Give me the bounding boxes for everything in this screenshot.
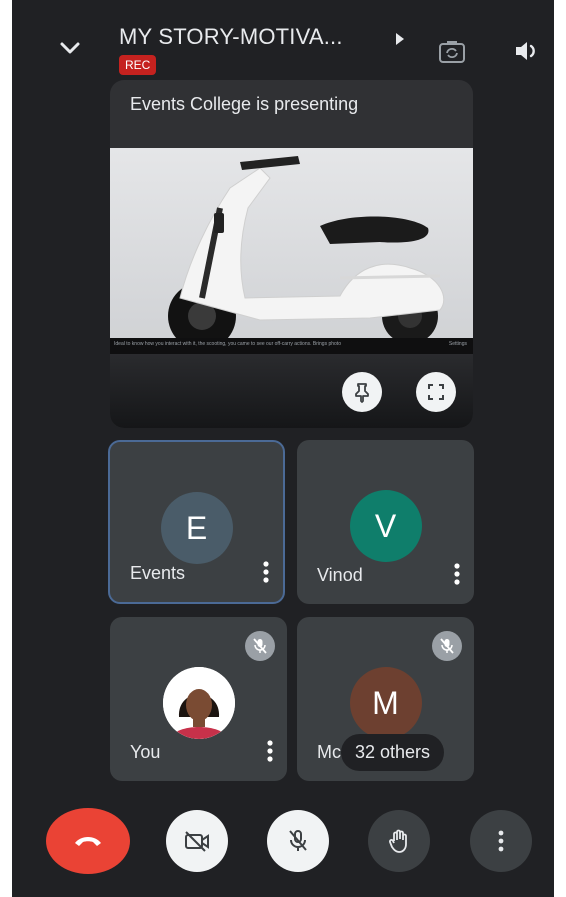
avatar: M — [349, 667, 422, 739]
meeting-title[interactable]: MY STORY-MOTIVA... — [119, 24, 343, 50]
raise-hand-icon — [389, 829, 407, 853]
participant-tile-others[interactable]: M Mc 32 others — [297, 617, 474, 781]
camera-toggle-button[interactable] — [166, 810, 228, 872]
fullscreen-button[interactable] — [416, 372, 456, 412]
others-count-badge[interactable]: 32 others — [341, 734, 445, 771]
muted-badge — [432, 631, 462, 661]
participant-name: You — [130, 742, 161, 762]
muted-badge — [245, 631, 275, 661]
shared-screen-video — [110, 148, 473, 354]
caption-strip: Ideal to know how you interact with it, … — [110, 338, 473, 354]
camera-flip-icon[interactable] — [437, 38, 467, 66]
participant-tile-events[interactable]: E Events — [108, 440, 285, 604]
more-options-button[interactable] — [470, 810, 532, 872]
presenting-label: Events College is presenting — [130, 94, 359, 114]
participant-tile-vinod[interactable]: V Vinod — [297, 440, 474, 604]
mic-toggle-button[interactable] — [267, 810, 329, 872]
caption-settings: Settings — [448, 341, 467, 347]
hang-up-icon — [75, 837, 101, 846]
top-bar: MY STORY-MOTIVA... REC — [12, 0, 554, 80]
mic-off-icon — [289, 830, 307, 851]
participant-name: Events — [130, 563, 186, 583]
meet-screen: MY STORY-MOTIVA... REC Events College is… — [12, 0, 554, 897]
participant-name: Vinod — [317, 565, 363, 585]
caption-text: Ideal to know how you interact with it, … — [114, 341, 341, 347]
chevron-down-icon[interactable] — [56, 38, 84, 58]
caret-right-icon[interactable] — [394, 32, 406, 46]
pin-icon — [355, 383, 369, 403]
presentation-tile[interactable]: Events College is presenting Ideal to kn… — [110, 80, 473, 428]
speaker-icon[interactable] — [512, 38, 542, 64]
more-vert-icon[interactable] — [263, 560, 269, 584]
recording-badge: REC — [119, 55, 157, 75]
mic-off-icon — [440, 638, 454, 654]
participant-name: Mc — [317, 742, 341, 762]
user-photo — [162, 667, 235, 739]
mic-off-icon — [253, 638, 267, 654]
camera-off-icon — [185, 831, 209, 852]
raise-hand-button[interactable] — [368, 810, 430, 872]
more-vert-icon[interactable] — [454, 562, 460, 586]
scooter-image — [168, 156, 445, 350]
avatar: V — [349, 490, 422, 562]
end-call-button[interactable] — [46, 808, 130, 874]
pin-button[interactable] — [342, 372, 382, 412]
presentation-controls — [110, 354, 473, 428]
avatar — [162, 667, 235, 739]
participant-tile-you[interactable]: You — [110, 617, 287, 781]
avatar: E — [160, 492, 233, 564]
fullscreen-icon — [428, 384, 444, 400]
more-vert-icon[interactable] — [267, 739, 273, 763]
more-vert-icon — [498, 830, 504, 852]
